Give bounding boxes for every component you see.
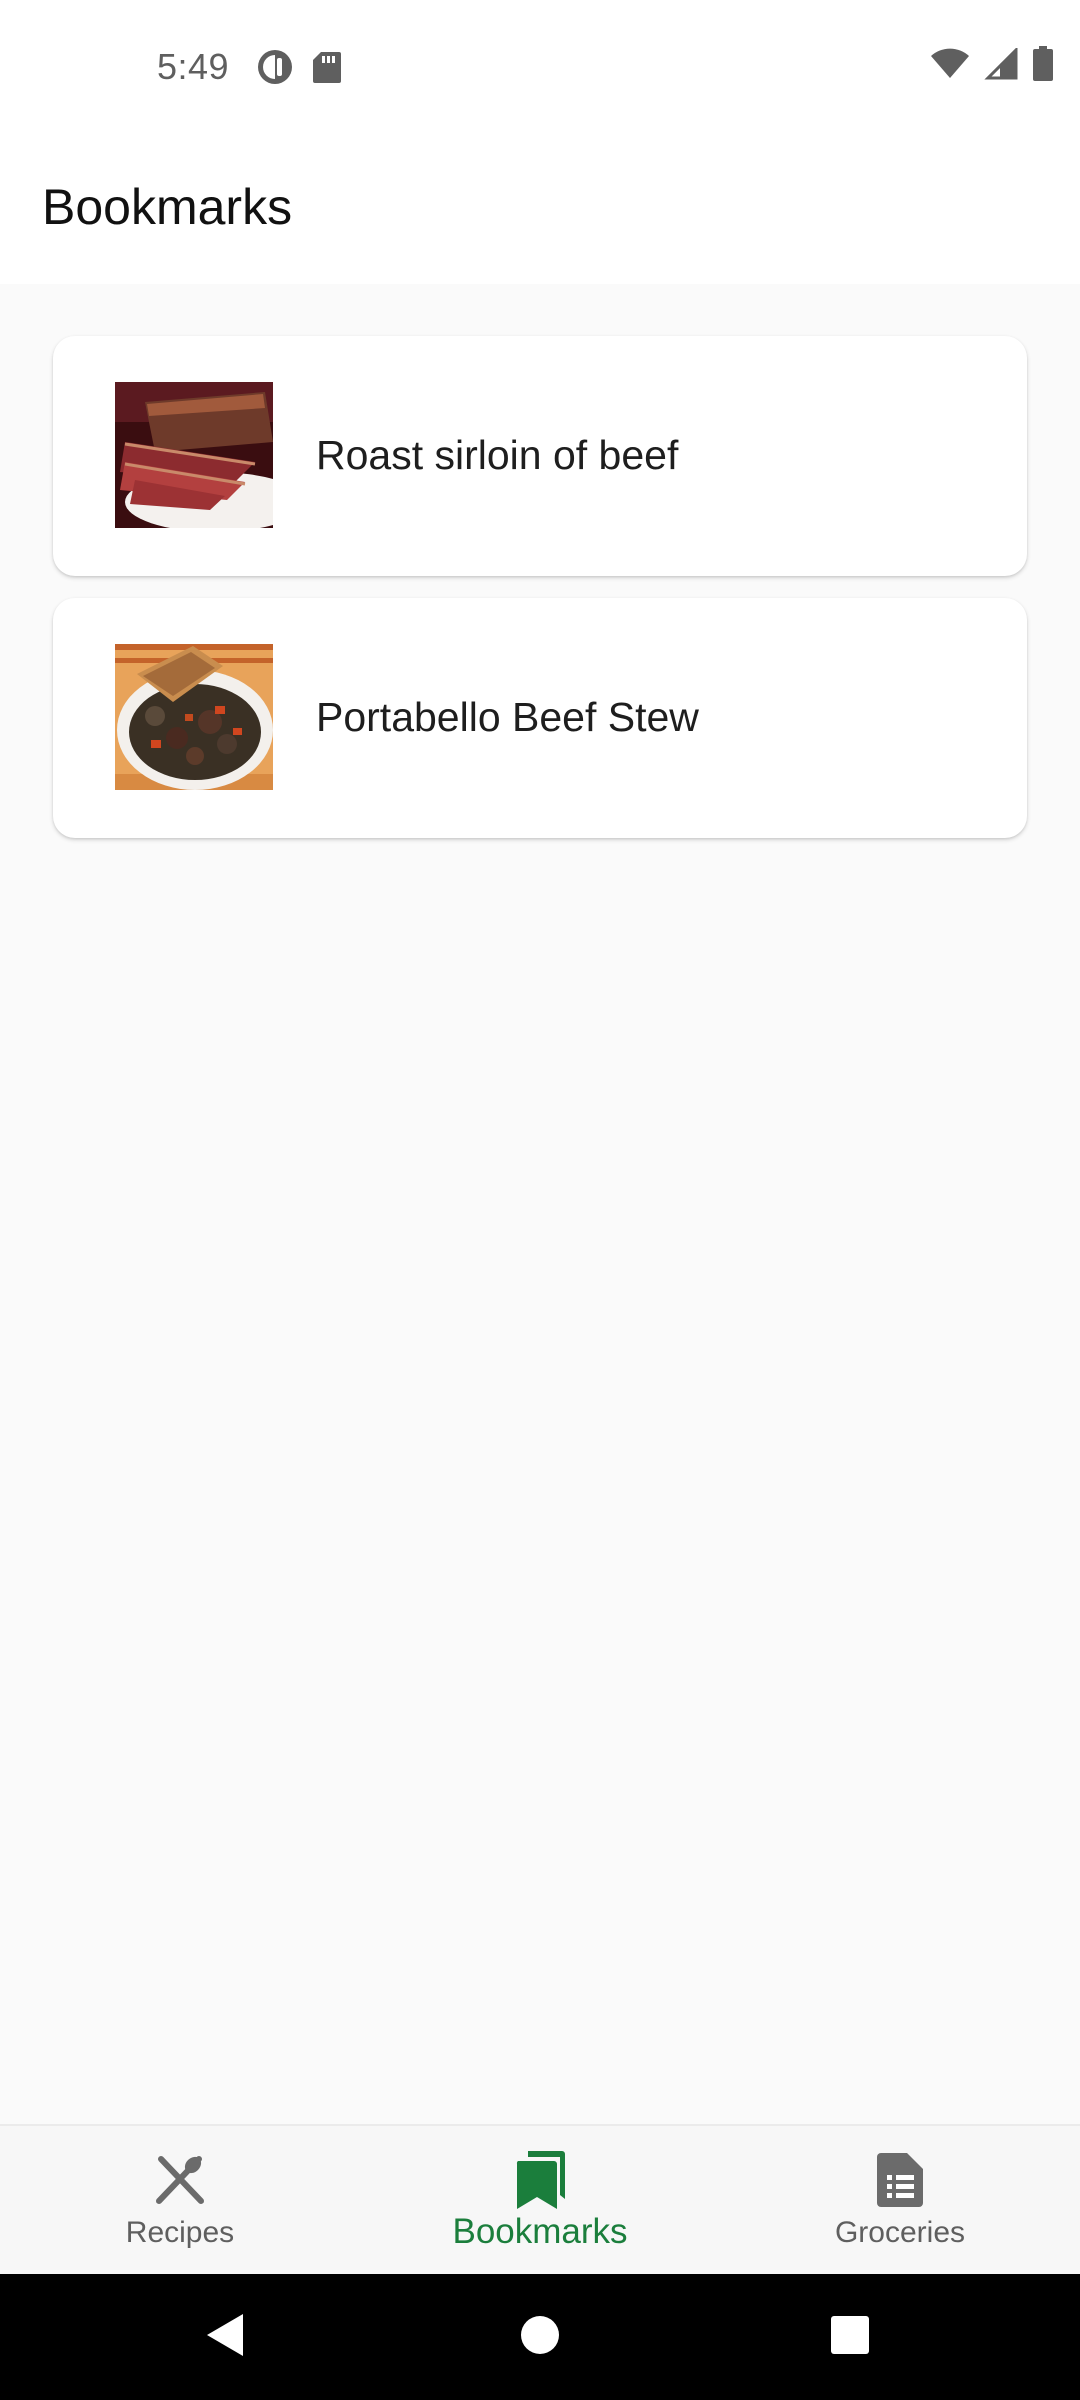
- status-right-icons: [930, 46, 1054, 87]
- back-button[interactable]: [165, 2274, 285, 2400]
- bookmarks-list: Roast sirloin of beef Portabello Beef St…: [0, 284, 1080, 2124]
- nav-label-groceries: Groceries: [834, 2216, 966, 2249]
- status-bar: 5:49: [0, 0, 1080, 136]
- home-button[interactable]: [480, 2274, 600, 2400]
- status-left-icons: [256, 48, 342, 91]
- status-time: 5:49: [157, 46, 230, 87]
- wifi-icon: [930, 48, 970, 85]
- bookmark-card[interactable]: Portabello Beef Stew: [53, 598, 1027, 838]
- nav-label-bookmarks: Bookmarks: [452, 2212, 628, 2251]
- bookmarks-icon: [514, 2151, 566, 2209]
- roast-sirloin-beef-photo: [115, 382, 273, 528]
- data-saver-icon: [256, 48, 294, 91]
- bookmark-title: Portabello Beef Stew: [316, 694, 699, 740]
- system-navigation-bar: [0, 2274, 1080, 2400]
- battery-icon: [1032, 46, 1054, 87]
- nav-item-groceries[interactable]: Groceries: [720, 2126, 1080, 2276]
- sd-card-icon: [312, 50, 342, 89]
- beef-stew-photo: [115, 644, 273, 790]
- recents-button[interactable]: [790, 2274, 910, 2400]
- recents-icon: [830, 2315, 870, 2360]
- nav-item-bookmarks[interactable]: Bookmarks: [360, 2126, 720, 2276]
- cellular-signal-icon: [984, 46, 1018, 85]
- bookmark-card[interactable]: Roast sirloin of beef: [53, 336, 1027, 576]
- bookmark-title: Roast sirloin of beef: [316, 432, 679, 478]
- list-document-icon: [877, 2152, 923, 2208]
- fork-knife-icon: [153, 2152, 207, 2208]
- nav-label-recipes: Recipes: [125, 2216, 235, 2249]
- back-icon: [205, 2312, 245, 2363]
- nav-item-recipes[interactable]: Recipes: [0, 2126, 360, 2276]
- home-icon: [520, 2315, 560, 2360]
- page-title: Bookmarks: [42, 179, 293, 235]
- bottom-navigation: Recipes Bookmarks Groceries: [0, 2124, 1080, 2274]
- app-bar: Bookmarks: [0, 136, 1080, 284]
